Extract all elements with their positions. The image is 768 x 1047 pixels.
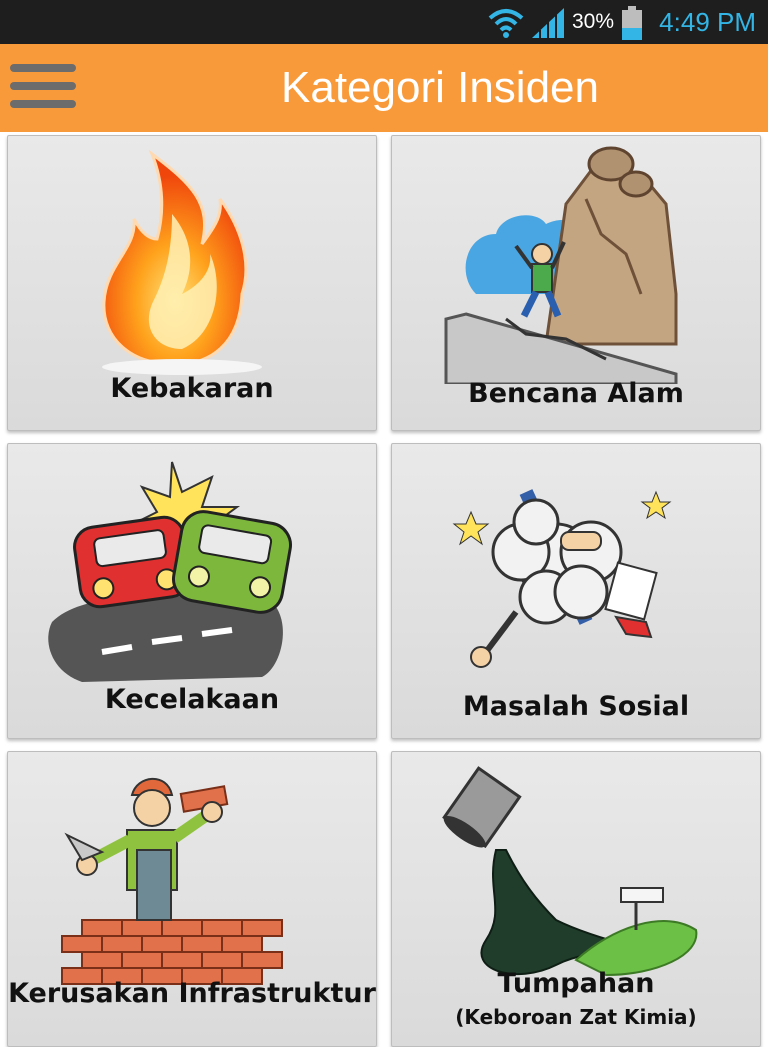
landslide-icon: [444, 146, 678, 384]
construction-worker-icon: [61, 777, 283, 985]
category-grid: Kebakaran Bencana Alam Kecelakaan Masala…: [0, 132, 768, 1047]
category-label: Masalah Sosial: [462, 691, 690, 722]
car-crash-icon: [48, 461, 292, 682]
category-label: Kecelakaan: [104, 684, 280, 715]
clock: 4:49 PM: [659, 7, 756, 37]
category-tumpahan[interactable]: Tumpahan (Keboroan Zat Kimia): [391, 751, 761, 1047]
category-label: Bencana Alam: [468, 378, 684, 409]
status-bar: 30% 4:49 PM: [0, 0, 768, 44]
page-title: Kategori Insiden: [281, 63, 599, 112]
category-bencana-alam[interactable]: Bencana Alam: [391, 135, 761, 431]
category-sublabel: (Keboroan Zat Kimia): [455, 1005, 697, 1029]
category-masalah-sosial[interactable]: Masalah Sosial: [391, 443, 761, 739]
category-kebakaran[interactable]: Kebakaran: [7, 135, 377, 431]
signal-icon: [532, 8, 564, 38]
battery-icon: [622, 6, 642, 40]
category-label: Kerusakan Infrastruktur: [8, 978, 376, 1009]
wifi-icon: [488, 9, 524, 38]
category-label: Tumpahan: [497, 968, 655, 999]
fight-icon: [452, 489, 672, 668]
category-kerusakan-infrastruktur[interactable]: Kerusakan Infrastruktur: [7, 751, 377, 1047]
category-kecelakaan[interactable]: Kecelakaan: [7, 443, 377, 739]
fire-icon: [102, 149, 262, 375]
battery-percent: 30%: [572, 10, 615, 33]
category-label: Kebakaran: [110, 373, 274, 404]
hamburger-icon: [10, 64, 76, 72]
menu-button[interactable]: [10, 62, 78, 114]
app-bar: Kategori Insiden: [0, 44, 768, 132]
chemical-spill-icon: [442, 766, 698, 977]
